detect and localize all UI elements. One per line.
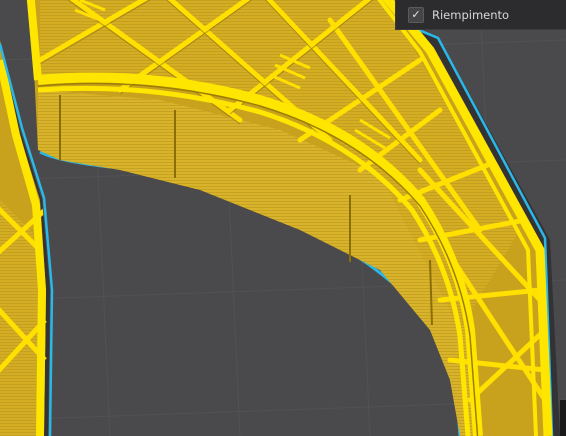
infill-visibility-checkbox[interactable]: ✓ [408,6,424,23]
view-legend-panel: ✓ Riempimento [395,0,566,30]
viewport-corner [560,400,566,436]
print-preview-canvas[interactable] [0,0,566,436]
check-icon: ✓ [411,8,421,21]
infill-legend-label: Riempimento [432,7,510,22]
3d-print-preview-viewport[interactable] [0,0,566,436]
